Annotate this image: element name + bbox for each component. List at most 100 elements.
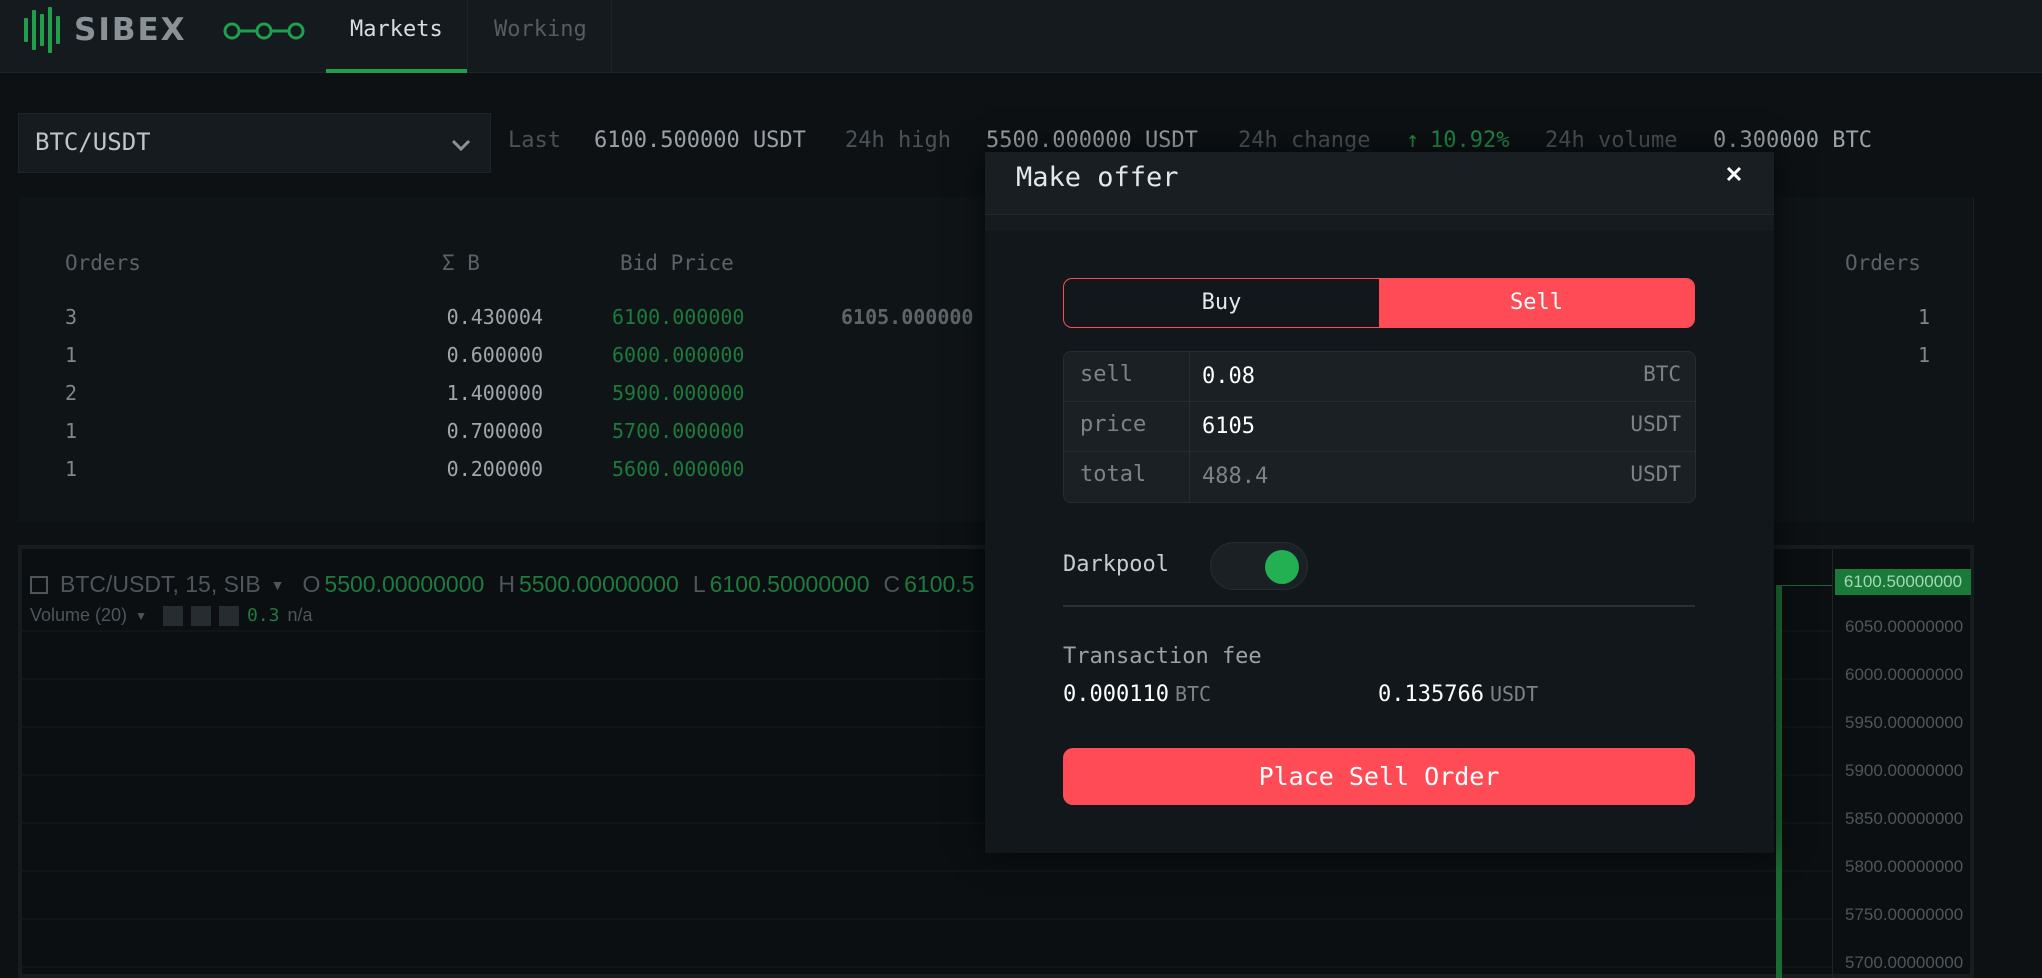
orderbook-cell-bid: 5700.000000 — [612, 419, 745, 443]
fee-usdt-value: 0.135766 — [1378, 682, 1484, 707]
tab-markets[interactable]: Markets — [326, 0, 468, 73]
toggle-knob — [1265, 550, 1299, 584]
fee-btc: 0.000110 BTC — [1063, 682, 1211, 707]
modal-title: Make offer — [1016, 162, 1179, 193]
chevron-down-icon — [451, 139, 471, 152]
close-icon[interactable] — [218, 605, 239, 626]
arrow-up-icon: ↑ — [1406, 128, 1420, 153]
sell-button[interactable]: Sell — [1379, 279, 1694, 327]
buy-button[interactable]: Buy — [1064, 279, 1379, 327]
order-form: sell BTC price USDT total USDT — [1063, 351, 1696, 503]
collapse-icon[interactable] — [30, 575, 48, 594]
pair-select-value: BTC/USDT — [35, 128, 151, 156]
stat-volume-label: 24h volume — [1545, 128, 1678, 153]
darkpool-toggle[interactable] — [1210, 542, 1308, 590]
orderbook-cell-sum: 0.700000 — [446, 419, 543, 443]
stat-last-label: Last — [508, 128, 561, 153]
eye-icon[interactable] — [162, 605, 183, 626]
ohlc-h-value: 5500.00000000 — [518, 571, 679, 597]
total-unit: USDT — [1630, 462, 1681, 486]
darkpool-label: Darkpool — [1063, 552, 1169, 577]
ohlc-o-value: 5500.00000000 — [324, 571, 485, 597]
amount-unit: BTC — [1643, 362, 1681, 386]
volume-na: n/a — [287, 605, 313, 625]
stat-change-value: 10.92% — [1430, 128, 1510, 153]
orderbook-cell-orders-right: 1 — [1918, 305, 1931, 329]
orderbook-cell-orders: 1 — [65, 343, 78, 367]
stat-volume-value: 0.300000 BTC — [1713, 128, 1872, 153]
total-row: total USDT — [1064, 452, 1695, 502]
ohlc-o-label: O — [302, 571, 321, 597]
field-divider — [1189, 352, 1190, 401]
logo-text: SIBEX — [74, 12, 187, 48]
orderbook-header-orders-right: Orders — [1845, 251, 1921, 275]
make-offer-modal: Make offer Buy Sell sell BTC price USDT … — [985, 152, 1774, 853]
volume-bar — [1776, 585, 1782, 978]
chain-network-icon — [223, 22, 305, 40]
fee-btc-unit: BTC — [1174, 682, 1212, 706]
last-price-tag: 6100.50000000 — [1835, 569, 1971, 595]
modal-header: Make offer — [985, 152, 1774, 215]
top-navigation-bar: SIBEX Markets Working — [0, 0, 2042, 73]
field-divider — [1189, 402, 1190, 451]
fee-btc-value: 0.000110 — [1063, 682, 1169, 707]
stat-last-value: 6100.500000 USDT — [594, 128, 806, 153]
modal-subbar — [985, 215, 1774, 231]
amount-input[interactable] — [1202, 358, 1582, 394]
pair-select[interactable]: BTC/USDT — [18, 113, 491, 173]
logo[interactable]: SIBEX — [24, 6, 187, 54]
price-tick: 5700.00000000 — [1845, 953, 1964, 972]
price-tick: 6050.00000000 — [1845, 617, 1964, 636]
divider — [1063, 605, 1695, 607]
orderbook-cell-sum: 0.600000 — [446, 343, 543, 367]
orderbook-cell-orders: 3 — [65, 305, 78, 329]
orderbook-cell-orders-right: 1 — [1918, 343, 1931, 367]
amount-row: sell BTC — [1064, 352, 1695, 402]
price-tick: 5850.00000000 — [1845, 809, 1964, 828]
close-icon[interactable] — [1722, 162, 1746, 186]
ohlc-l-label: L — [692, 571, 706, 597]
fee-title: Transaction fee — [1063, 644, 1262, 669]
price-input[interactable] — [1202, 408, 1582, 444]
price-tick: 6000.00000000 — [1845, 665, 1964, 684]
caret-down-icon[interactable]: ▼ — [271, 577, 285, 593]
orderbook-header-sum: Σ B — [442, 251, 480, 275]
orderbook-cell-orders: 2 — [65, 381, 78, 405]
tab-working[interactable]: Working — [470, 0, 612, 73]
price-tick: 5750.00000000 — [1845, 905, 1964, 924]
amount-label: sell — [1080, 362, 1133, 387]
ohlc-l-value: 6100.50000000 — [709, 571, 870, 597]
caret-down-icon[interactable]: ▼ — [135, 609, 147, 623]
fee-usdt-unit: USDT — [1489, 682, 1539, 706]
field-divider — [1189, 452, 1190, 502]
ohlc-h-label: H — [498, 571, 515, 597]
settings-icon[interactable] — [190, 605, 211, 626]
last-price-line — [1782, 585, 1832, 586]
price-unit: USDT — [1630, 412, 1681, 436]
volume-label: Volume (20) — [30, 605, 128, 625]
price-tick: 5800.00000000 — [1845, 857, 1964, 876]
price-label: price — [1080, 412, 1147, 437]
orderbook-cell-sum: 1.400000 — [446, 381, 543, 405]
orderbook-header-orders: Orders — [65, 251, 141, 275]
ohlc-c-value: 6100.5 — [904, 571, 975, 597]
stat-high-label: 24h high — [845, 128, 951, 153]
orderbook-cell-bid: 6000.000000 — [612, 343, 745, 367]
total-label: total — [1080, 462, 1147, 487]
orderbook-cell-ask: 6105.000000 — [841, 305, 974, 329]
place-sell-order-button[interactable]: Place Sell Order — [1063, 748, 1695, 805]
fee-usdt: 0.135766 USDT — [1378, 682, 1538, 707]
volume-legend: Volume (20) ▼ 0.3 n/a — [30, 605, 313, 626]
price-axis[interactable]: 6100.50000000 6050.00000000 6000.0000000… — [1832, 549, 1974, 978]
total-input — [1202, 458, 1582, 494]
price-row: price USDT — [1064, 402, 1695, 452]
orderbook-cell-sum: 0.200000 — [446, 457, 543, 481]
stat-high-value: 5500.000000 USDT — [986, 128, 1198, 153]
ohlc-c-label: C — [883, 571, 901, 597]
chart-legend: BTC/USDT, 15, SIB ▼ O 5500.00000000 H 55… — [30, 571, 975, 598]
chart-title: BTC/USDT, 15, SIB — [60, 571, 261, 597]
orderbook-cell-bid: 6100.000000 — [612, 305, 745, 329]
orderbook-cell-sum: 0.430004 — [446, 305, 543, 329]
orderbook-cell-bid: 5600.000000 — [612, 457, 745, 481]
price-tick: 5900.00000000 — [1845, 761, 1964, 780]
